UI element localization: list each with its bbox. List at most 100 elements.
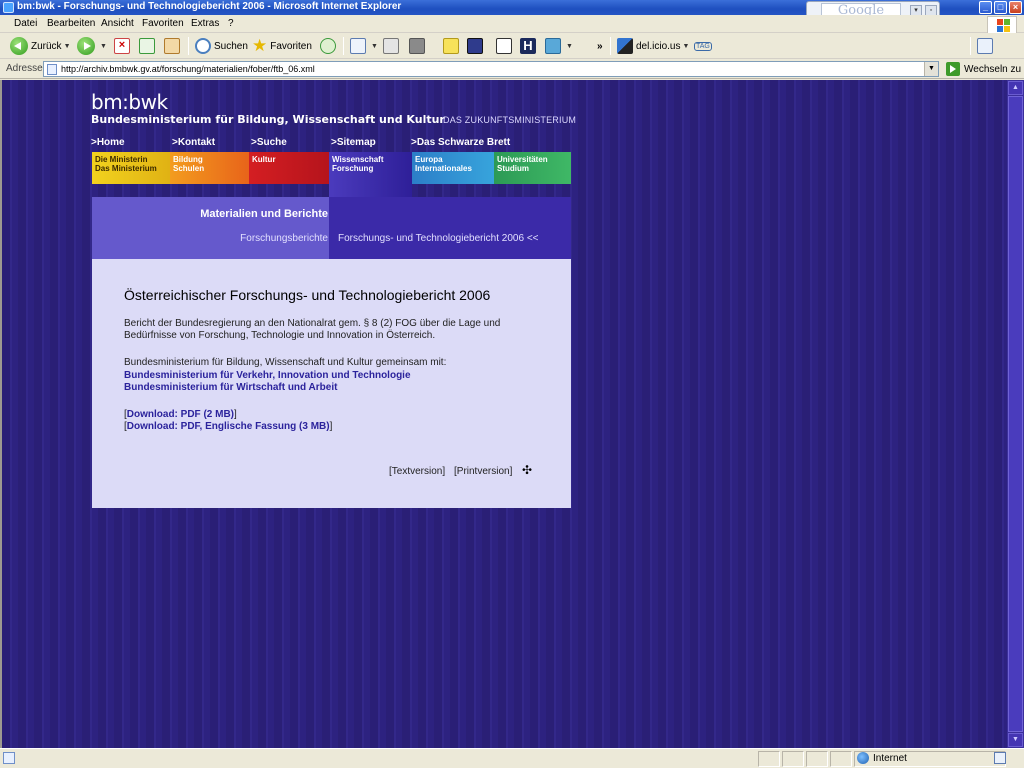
search-label: Suchen: [214, 40, 248, 52]
textversion-link[interactable]: [Textversion]: [389, 466, 445, 477]
minimize-button[interactable]: _: [979, 1, 992, 14]
research-button[interactable]: [496, 36, 515, 56]
messenger-button[interactable]: [467, 36, 486, 56]
section-label: Bildung: [173, 155, 203, 164]
site-brand-logo[interactable]: bm:bwk: [91, 90, 168, 114]
chevron-down-icon[interactable]: ▼: [371, 43, 378, 50]
ministry-tagline: DAS ZUKUNFTSMINISTERIUM: [443, 115, 577, 125]
section-sublabel: Internationales: [415, 164, 472, 173]
menu-ansicht[interactable]: Ansicht: [101, 18, 134, 29]
download-pdf-english-link[interactable]: Download: PDF, Englische Fassung (3 MB): [127, 421, 330, 432]
h-icon: H: [520, 38, 536, 54]
printversion-link[interactable]: [Printversion]: [454, 466, 512, 477]
section-label: Wissenschaft: [332, 155, 384, 164]
menu-help[interactable]: ?: [228, 18, 234, 29]
section-label: Kultur: [252, 155, 276, 164]
mail-button[interactable]: ▼: [350, 36, 378, 56]
download-pdf[interactable]: [Download: PDF (2 MB)]: [124, 409, 237, 420]
nav-home[interactable]: >Home: [91, 137, 125, 148]
status-pane: [782, 751, 804, 767]
favorites-button[interactable]: ★ Favoriten: [252, 36, 312, 56]
nav-sitemap[interactable]: >Sitemap: [331, 137, 376, 148]
menu-extras[interactable]: Extras: [191, 18, 219, 29]
page-icon: [977, 38, 993, 54]
edit-button[interactable]: [409, 36, 428, 56]
address-input[interactable]: http://archiv.bmbwk.gv.at/forschung/mate…: [43, 61, 939, 77]
print-button[interactable]: [383, 36, 402, 56]
maximize-button[interactable]: □: [994, 1, 1007, 14]
download-pdf-link[interactable]: Download: PDF (2 MB): [127, 409, 234, 420]
refresh-button[interactable]: [139, 36, 158, 56]
scroll-thumb[interactable]: [1008, 96, 1023, 732]
scroll-up-button[interactable]: ▲: [1008, 81, 1023, 95]
nav-kontakt[interactable]: >Kontakt: [172, 137, 215, 148]
status-pane: [806, 751, 828, 767]
history-button[interactable]: [320, 36, 339, 56]
tag-label: TAG: [694, 41, 712, 51]
nav-schwarzes-brett[interactable]: >Das Schwarze Brett: [411, 137, 510, 148]
toolbar-overflow-chevron[interactable]: »: [597, 36, 603, 56]
nav-suche[interactable]: >Suche: [251, 137, 287, 148]
go-arrow-icon: [946, 62, 960, 76]
delicious-label: del.icio.us: [636, 40, 681, 52]
favorites-label: Favoriten: [270, 40, 312, 52]
menu-favoriten[interactable]: Favoriten: [142, 18, 184, 29]
notes-button[interactable]: [443, 36, 462, 56]
chevron-down-icon[interactable]: ▼: [682, 43, 689, 50]
section-ministerin[interactable]: Die Ministerin Das Ministerium: [92, 152, 170, 184]
subnav-forschungsberichte[interactable]: Forschungsberichte: [240, 233, 328, 244]
close-button[interactable]: ×: [1009, 1, 1022, 14]
chevron-down-icon[interactable]: ▼: [100, 43, 107, 50]
search-icon: [195, 38, 211, 54]
subnav-current-page[interactable]: Forschungs- und Technologiebericht 2006 …: [338, 233, 539, 244]
chevron-down-icon[interactable]: ▼: [566, 43, 573, 50]
section-sublabel: Schulen: [173, 164, 205, 173]
section-sublabel: Studium: [497, 164, 529, 173]
partner-link-bmvit[interactable]: Bundesministerium für Verkehr, Innovatio…: [124, 370, 411, 381]
section-label: Europa: [415, 155, 443, 164]
move-cursor-icon: ✣: [522, 463, 533, 477]
scroll-down-button[interactable]: ▼: [1008, 733, 1023, 747]
menu-bearbeiten[interactable]: Bearbeiten: [47, 18, 95, 29]
translate-button[interactable]: ▼: [545, 36, 573, 56]
back-button[interactable]: Zurück ▼: [10, 36, 71, 56]
delicious-button[interactable]: del.icio.us ▼: [617, 36, 689, 56]
status-bar: Internet: [0, 748, 1024, 768]
search-button[interactable]: Suchen: [195, 36, 248, 56]
toolbar-separator: [343, 37, 344, 55]
history-icon: [320, 38, 336, 54]
toolbar-separator: [610, 37, 611, 55]
section-sublabel: Forschung: [332, 164, 374, 173]
section-universitaeten[interactable]: Universitäten Studium: [494, 152, 571, 184]
page-title: Österreichischer Forschungs- und Technol…: [124, 287, 491, 303]
page-status-icon: [3, 752, 15, 764]
toolbar-extra-button[interactable]: [977, 36, 996, 56]
home-button[interactable]: [164, 36, 183, 56]
stop-icon: ×: [114, 38, 130, 54]
chevron-down-icon[interactable]: ▼: [64, 43, 71, 50]
star-icon: ★: [252, 36, 268, 55]
section-label: Die Ministerin: [95, 155, 148, 164]
address-url[interactable]: http://archiv.bmbwk.gv.at/forschung/mate…: [61, 64, 315, 74]
windows-logo-icon: [987, 16, 1017, 34]
subnav-band-right: Forschungs- und Technologiebericht 2006 …: [329, 197, 571, 259]
partner-link-bmwa[interactable]: Bundesministerium für Wirtschaft und Arb…: [124, 382, 337, 393]
section-bildung[interactable]: Bildung Schulen: [170, 152, 249, 184]
vertical-scrollbar[interactable]: ▲ ▼: [1007, 80, 1024, 748]
stop-button[interactable]: ×: [114, 36, 133, 56]
ministry-name: Bundesministerium für Bildung, Wissensch…: [91, 113, 445, 126]
menu-datei[interactable]: Datei: [14, 18, 37, 29]
section-kultur[interactable]: Kultur: [249, 152, 329, 184]
download-pdf-english[interactable]: [Download: PDF, Englische Fassung (3 MB)…: [124, 421, 332, 432]
subnav-title[interactable]: Materialien und Berichte: [200, 208, 328, 220]
messenger-icon: [467, 38, 483, 54]
status-extra-icon: [994, 752, 1006, 764]
h-button[interactable]: H: [520, 36, 539, 56]
ie-icon: [3, 2, 14, 13]
section-europa[interactable]: Europa Internationales: [412, 152, 494, 184]
tag-button[interactable]: TAG: [694, 36, 712, 56]
section-wissenschaft[interactable]: Wissenschaft Forschung: [329, 152, 412, 197]
address-dropdown-button[interactable]: ▼: [924, 62, 938, 76]
go-button[interactable]: Wechseln zu: [946, 62, 1021, 76]
forward-button[interactable]: ▼: [77, 36, 107, 56]
